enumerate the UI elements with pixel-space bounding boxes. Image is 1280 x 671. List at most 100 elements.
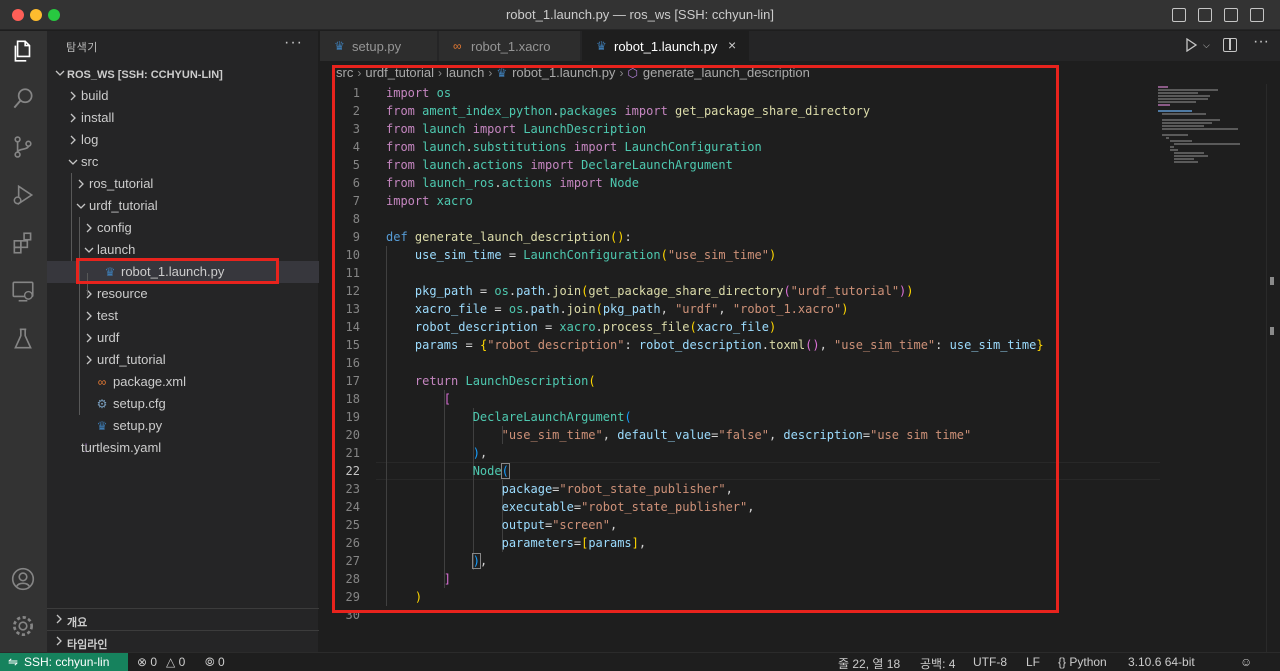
python-interpreter[interactable]: 3.10.6 64-bit — [1128, 655, 1195, 669]
run-options-chevron-icon[interactable]: ⌵ — [1203, 40, 1210, 51]
tree-item-label: resource — [97, 286, 148, 301]
outline-section[interactable]: 개요 — [47, 608, 319, 630]
remote-indicator[interactable]: ⇋ SSH: cchyun-lin — [0, 653, 128, 671]
tree-item-label: setup.py — [113, 418, 163, 433]
testing-icon[interactable] — [8, 324, 38, 354]
workspace-header[interactable]: ROS_WS [SSH: CCHYUN-LIN] — [47, 64, 319, 86]
python-file-icon: ♛ — [334, 39, 345, 53]
tab-label: robot_1.xacro — [471, 39, 551, 54]
warning-icon: △ — [166, 655, 176, 669]
accounts-icon[interactable] — [8, 564, 38, 594]
tree-file[interactable]: ! turtlesim.yaml — [47, 437, 319, 459]
tree-folder[interactable]: urdf_tutorial — [47, 349, 319, 371]
tree-indent-guide — [71, 173, 72, 261]
sidebar-title: 탐색기 — [66, 42, 98, 54]
tree-item-label: launch — [97, 242, 136, 257]
sidebar-header: 탐색기 ··· — [47, 31, 319, 61]
encoding[interactable]: UTF-8 — [973, 655, 1007, 669]
split-editor-icon[interactable] — [1223, 38, 1237, 52]
problems-warnings[interactable]: △ 0 — [166, 655, 185, 669]
tree-folder[interactable]: config — [47, 217, 319, 239]
chevron-right-icon — [70, 135, 76, 145]
tree-folder[interactable]: log — [47, 129, 319, 151]
chevron-right-icon — [70, 113, 76, 123]
end-of-line[interactable]: LF — [1026, 655, 1040, 669]
editor-more-actions-icon[interactable]: ··· — [1253, 33, 1269, 51]
chevron-down-icon — [76, 203, 86, 209]
settings-gear-icon[interactable] — [8, 611, 38, 641]
tree-item-label: setup.cfg — [113, 396, 166, 411]
tree-folder[interactable]: install — [47, 107, 319, 129]
tree-file[interactable]: ♛ setup.py — [47, 415, 319, 437]
indentation[interactable]: 공백: 4 — [920, 655, 955, 671]
minimap[interactable] — [1150, 84, 1270, 164]
ports-indicator[interactable]: ⦾ 0 — [205, 655, 225, 670]
tab-bar: ♛ setup.py ∞ robot_1.xacro ♛ robot_1.launch.p… — [320, 31, 1280, 61]
toggle-secondary-sidebar-icon[interactable] — [1224, 8, 1238, 22]
vertical-scrollbar[interactable] — [1266, 84, 1280, 652]
gear-file-icon: ⚙ — [96, 397, 108, 411]
explorer-sidebar: 탐색기 ··· ROS_WS [SSH: CCHYUN-LIN] build in… — [47, 31, 319, 652]
warning-count: 0 — [178, 655, 186, 669]
workspace-label: ROS_WS [SSH: CCHYUN-LIN] — [67, 69, 223, 81]
timeline-section[interactable]: 타임라인 — [47, 630, 319, 652]
python-file-icon: ♛ — [596, 39, 607, 53]
search-icon[interactable] — [8, 84, 38, 114]
tree-folder[interactable]: ros_tutorial — [47, 173, 319, 195]
remote-explorer-icon[interactable] — [8, 276, 38, 306]
ports-count: 0 — [217, 655, 225, 669]
tree-item-label: build — [81, 88, 109, 103]
chevron-right-icon — [78, 179, 84, 189]
run-python-file-icon[interactable] — [1184, 38, 1198, 52]
tree-folder[interactable]: urdf — [47, 327, 319, 349]
tree-item-label: test — [97, 308, 118, 323]
tree-folder[interactable]: test — [47, 305, 319, 327]
customize-layout-icon[interactable] — [1250, 8, 1264, 22]
tree-item-label: install — [81, 110, 115, 125]
extensions-icon[interactable] — [8, 228, 38, 258]
remote-icon: ⇋ — [8, 655, 19, 669]
chevron-right-icon — [86, 311, 92, 321]
tab-3[interactable]: ♛ robot_1.launch.py × — [582, 31, 750, 61]
chevron-right-icon — [56, 614, 62, 624]
chevron-right-icon — [86, 355, 92, 365]
tab-1[interactable]: ♛ setup.py — [320, 31, 438, 61]
tree-item-label: urdf_tutorial — [97, 352, 166, 367]
chevron-right-icon — [86, 223, 92, 233]
tree-indent-guide — [79, 217, 80, 415]
python-file-icon: ♛ — [96, 419, 108, 433]
problems-errors[interactable]: ⊗ 0 — [137, 655, 157, 669]
more-actions-icon[interactable]: ··· — [284, 34, 303, 52]
scrollbar-marker — [1270, 327, 1274, 335]
timeline-label: 타임라인 — [67, 639, 108, 651]
xml-file-icon: ∞ — [453, 39, 462, 53]
chevron-right-icon — [56, 636, 62, 646]
tree-folder[interactable]: urdf_tutorial — [47, 195, 319, 217]
run-debug-icon[interactable] — [8, 180, 38, 210]
tree-item-label: urdf — [97, 330, 120, 345]
close-tab-icon[interactable]: × — [728, 37, 736, 53]
chevron-down-icon — [55, 70, 65, 76]
tree-item-label: urdf_tutorial — [89, 198, 158, 213]
chevron-right-icon — [86, 289, 92, 299]
window-title: robot_1.launch.py — ros_ws [SSH: cchyun-… — [505, 7, 775, 22]
toggle-panel-icon[interactable] — [1198, 8, 1212, 22]
source-control-icon[interactable] — [8, 132, 38, 162]
tree-file[interactable]: ⚙ setup.cfg — [47, 393, 319, 415]
feedback-icon[interactable]: ☺ — [1240, 655, 1252, 669]
cursor-position[interactable]: 줄 22, 열 18 — [838, 655, 900, 671]
tab-label: setup.py — [352, 39, 402, 54]
tree-item-label: turtlesim.yaml — [81, 440, 162, 455]
tab-2[interactable]: ∞ robot_1.xacro — [439, 31, 581, 61]
language-mode[interactable]: {} Python — [1058, 655, 1107, 669]
tree-folder[interactable]: src — [47, 151, 319, 173]
tree-item-label: ros_tutorial — [89, 176, 154, 191]
tree-folder[interactable]: build — [47, 85, 319, 107]
remote-label: SSH: cchyun-lin — [24, 655, 110, 669]
tree-file[interactable]: ∞ package.xml — [47, 371, 319, 393]
explorer-icon[interactable] — [8, 36, 38, 66]
error-icon: ⊗ — [137, 655, 148, 669]
broadcast-icon: ⦾ — [205, 655, 215, 669]
tree-item-label: src — [81, 154, 99, 169]
toggle-sidebar-icon[interactable] — [1172, 8, 1186, 22]
